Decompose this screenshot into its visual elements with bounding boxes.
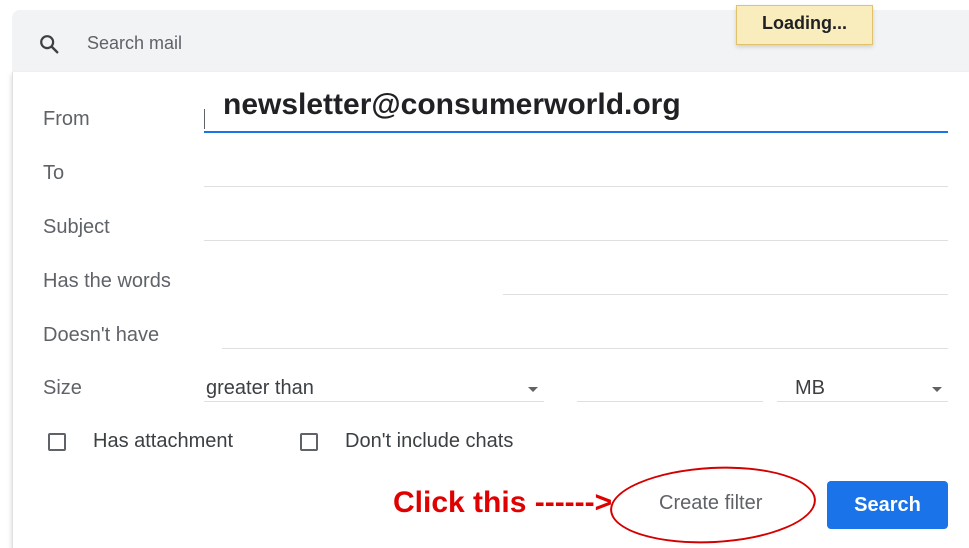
to-field[interactable]: [204, 186, 948, 187]
from-field[interactable]: [204, 131, 948, 133]
annotation-text: Click this ------>: [393, 486, 613, 519]
from-field-value[interactable]: newsletter@consumerworld.org: [223, 88, 681, 122]
size-comparator-underline: [204, 401, 544, 402]
dont-include-chats-label[interactable]: Don't include chats: [345, 430, 513, 453]
size-value-field[interactable]: [577, 401, 763, 402]
to-label: To: [43, 162, 65, 184]
size-unit-select[interactable]: MB: [795, 377, 825, 400]
size-unit-underline: [777, 401, 948, 402]
create-filter-button[interactable]: Create filter: [659, 492, 762, 515]
chevron-down-icon[interactable]: [528, 387, 538, 392]
dont-include-chats-checkbox[interactable]: [300, 433, 318, 451]
subject-label: Subject: [43, 216, 110, 238]
search-input[interactable]: Search mail: [87, 33, 182, 54]
has-words-field[interactable]: [503, 294, 948, 295]
search-icon[interactable]: [38, 33, 60, 55]
chevron-down-icon[interactable]: [932, 387, 942, 392]
doesnt-have-field[interactable]: [222, 348, 948, 349]
loading-indicator: Loading...: [736, 5, 873, 45]
has-attachment-checkbox[interactable]: [48, 433, 66, 451]
size-comparator-select[interactable]: greater than: [206, 377, 314, 400]
subject-field[interactable]: [204, 240, 948, 241]
has-attachment-label[interactable]: Has attachment: [93, 430, 233, 453]
doesnt-have-label: Doesn't have: [43, 324, 160, 346]
from-label: From: [43, 108, 90, 130]
filter-panel: [12, 72, 969, 548]
search-button[interactable]: Search: [827, 481, 948, 529]
text-cursor: [204, 109, 205, 129]
size-label: Size: [43, 377, 82, 399]
has-words-label: Has the words: [43, 270, 171, 292]
